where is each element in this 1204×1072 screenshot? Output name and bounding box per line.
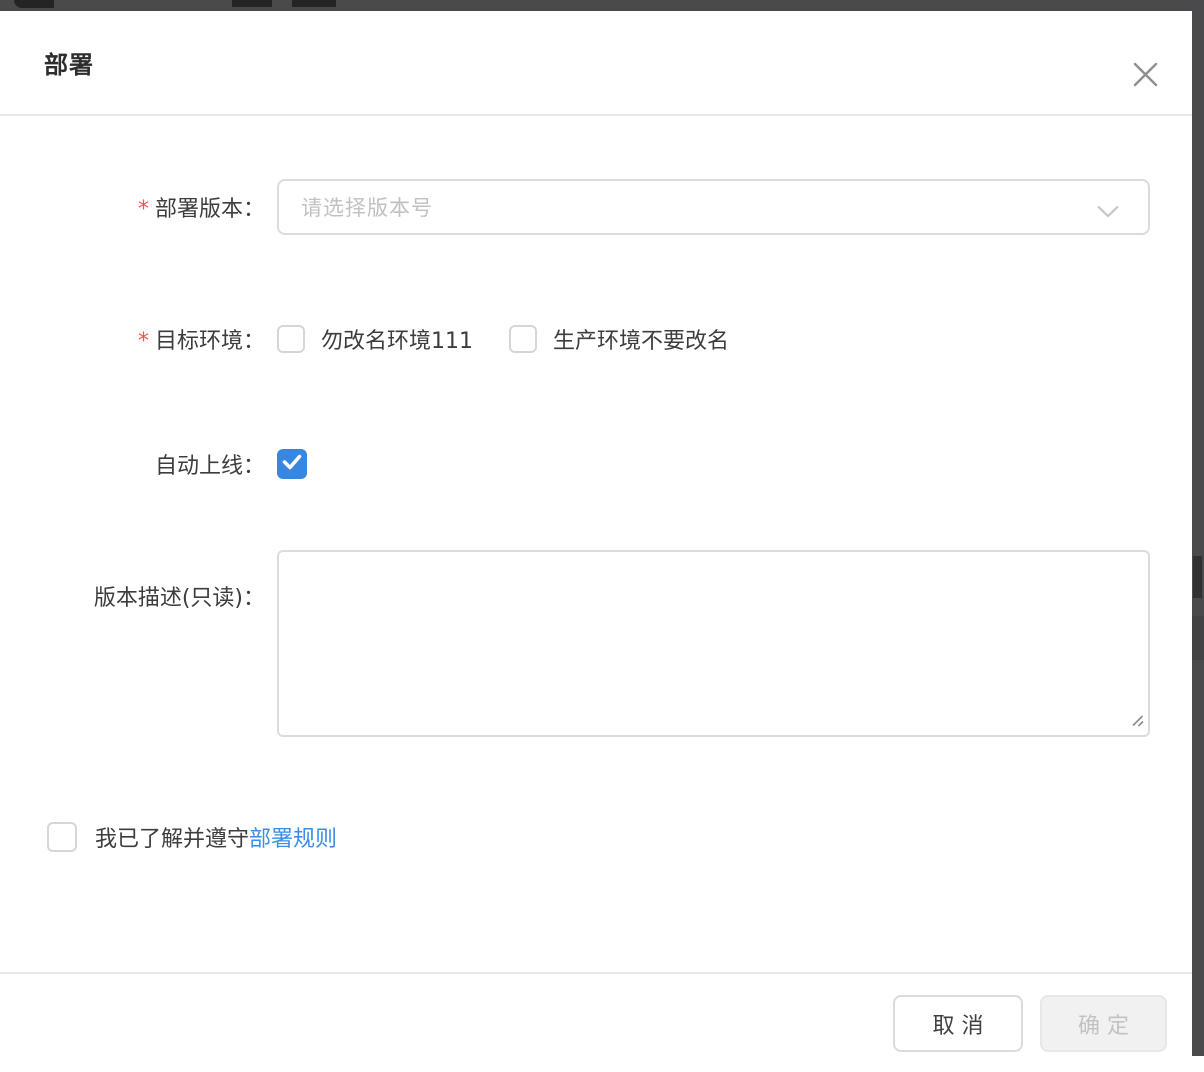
env-checkbox-label-1: 勿改名环境111 [321,323,473,355]
close-button[interactable] [1128,59,1162,93]
version-desc-textarea[interactable] [279,552,1148,735]
form-row-target-env: *目标环境： 勿改名环境111 生产环境不要改名 [0,324,1192,354]
required-asterisk: * [138,329,149,354]
check-icon [282,454,302,474]
background-content-artifact [292,0,336,7]
auto-online-control [277,449,1150,479]
background-content-artifact [14,0,54,8]
background-content-artifact [1192,616,1204,660]
form-row-version-desc: 版本描述(只读)： [0,550,1192,737]
auto-online-label: 自动上线： [0,448,265,480]
dimmed-background-top [0,0,1204,11]
checkbox-unchecked-icon[interactable] [277,325,305,353]
version-desc-label: 版本描述(只读)： [0,550,265,612]
env-checkbox-label-2: 生产环境不要改名 [553,323,729,355]
background-content-artifact [1193,556,1202,598]
dialog-body: *部署版本： 请选择版本号 *目标环境： [0,118,1192,852]
version-select[interactable]: 请选择版本号 [277,179,1150,235]
confirm-button[interactable]: 确 定 [1040,995,1167,1052]
agreement-row: 我已了解并遵守部署规则 [47,822,1192,852]
dimmed-background-right [1192,0,1204,1056]
dialog-header: 部署 [0,11,1192,116]
agreement-text: 我已了解并遵守 [95,821,249,853]
chevron-down-icon [1096,203,1120,222]
resize-handle-icon[interactable] [1130,713,1145,732]
env-checkbox-item-2[interactable]: 生产环境不要改名 [509,323,729,355]
auto-online-checkbox[interactable] [277,449,307,479]
version-desc-control [277,550,1150,737]
deploy-version-control: 请选择版本号 [277,179,1150,235]
deploy-dialog: 部署 *部署版本： 请选择版本号 [0,11,1192,1072]
deploy-rules-link[interactable]: 部署规则 [249,821,337,853]
required-asterisk: * [138,197,149,222]
target-env-label: *目标环境： [0,323,265,355]
dialog-title: 部署 [44,45,94,80]
form-row-auto-online: 自动上线： [0,449,1192,479]
background-content-artifact [232,0,272,7]
version-select-placeholder: 请选择版本号 [301,192,433,222]
env-checkbox-item-1[interactable]: 勿改名环境111 [277,323,473,355]
close-icon [1132,61,1159,91]
agreement-checkbox[interactable] [47,822,77,852]
cancel-button[interactable]: 取 消 [893,995,1023,1052]
target-env-options: 勿改名环境111 生产环境不要改名 [277,323,1150,355]
version-desc-textarea-frame [277,550,1150,737]
deploy-version-label: *部署版本： [0,191,265,223]
dialog-footer: 取 消 确 定 [0,972,1192,1052]
checkbox-unchecked-icon[interactable] [509,325,537,353]
form-row-deploy-version: *部署版本： 请选择版本号 [0,179,1192,235]
